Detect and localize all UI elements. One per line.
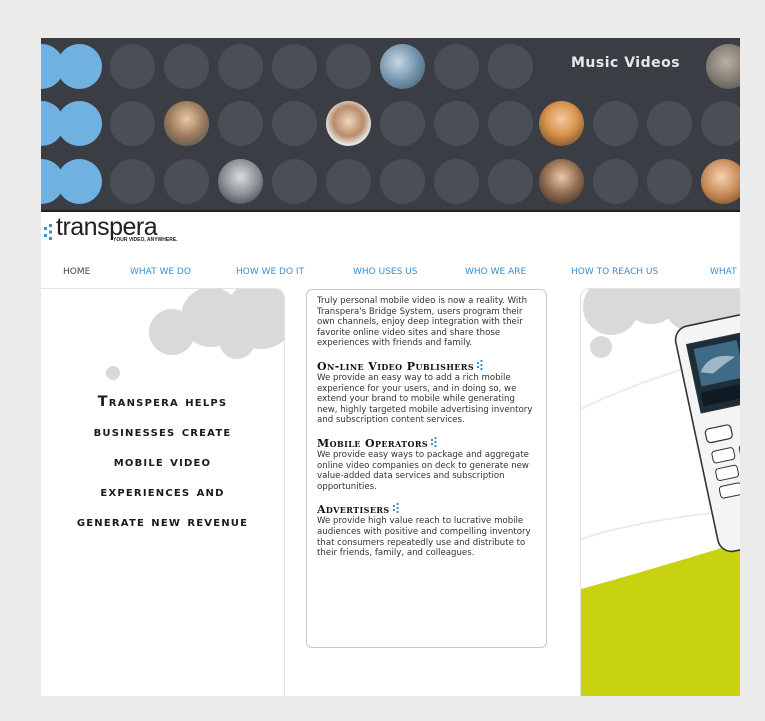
- main-nav: HOME WHAT WE DO HOW WE DO IT WHO USES US…: [41, 267, 740, 281]
- logo-mark-icon: [44, 224, 52, 240]
- banner-dot: [164, 159, 209, 204]
- banner-dot: [488, 101, 533, 146]
- banner-dot: [488, 44, 533, 89]
- banner-dot: [110, 159, 155, 204]
- banner-dot: [434, 159, 479, 204]
- banner-dot: [164, 44, 209, 89]
- logo-mark-icon: [392, 503, 399, 514]
- nav-item-how-we-do-it[interactable]: HOW WE DO IT: [236, 267, 304, 277]
- cloud-decoration: [106, 366, 120, 380]
- nav-item-what[interactable]: WHAT: [710, 267, 737, 277]
- hero-line: generate new revenue: [76, 514, 249, 530]
- intro-text: Truly personal mobile video is now a rea…: [317, 296, 528, 349]
- banner-dot: [57, 159, 102, 204]
- phone-panel: [580, 288, 740, 696]
- banner-photo: [701, 159, 740, 204]
- nav-item-what-we-do[interactable]: WHAT WE DO: [130, 267, 191, 277]
- banner-photo: [164, 101, 209, 146]
- banner-dot: [380, 159, 425, 204]
- section-body-publishers: We provide an easy way to add a rich mob…: [317, 372, 533, 426]
- nav-item-who-uses-us[interactable]: WHO USES US: [353, 267, 417, 277]
- hero-line: businesses create: [93, 424, 232, 440]
- nav-item-home[interactable]: HOME: [63, 267, 90, 277]
- section-title-text: On-line Video Publishers: [317, 359, 475, 373]
- banner-dot: [326, 44, 371, 89]
- banner-dot: [326, 159, 371, 204]
- banner-dot: [593, 101, 638, 146]
- cloud-decoration: [219, 323, 255, 359]
- banner-dot: [110, 101, 155, 146]
- banner-dot: [593, 159, 638, 204]
- banner-border: [41, 210, 740, 212]
- banner-dot: [218, 101, 263, 146]
- section-body-advertisers: We provide high value reach to lucrative…: [317, 516, 531, 559]
- section-title-operators[interactable]: Mobile Operators: [317, 436, 536, 450]
- banner-dot: [647, 101, 692, 146]
- logo-tagline: YOUR VIDEO, ANYWHERE.: [113, 237, 178, 243]
- banner-dot: [57, 101, 102, 146]
- banner-photo: [539, 101, 584, 146]
- banner-dot: [272, 159, 317, 204]
- banner-photo: [706, 44, 740, 89]
- section-body-operators: We provide easy ways to package and aggr…: [317, 449, 529, 492]
- banner-dot: [434, 44, 479, 89]
- page-frame: Music Videos transpera YOUR VIDEO, ANYWH…: [41, 38, 740, 696]
- banner-photo: [380, 44, 425, 89]
- hero-line: experiences and: [100, 484, 225, 500]
- banner-dot: [488, 159, 533, 204]
- banner-dot: [272, 101, 317, 146]
- banner-photo: [218, 159, 263, 204]
- nav-item-who-we-are[interactable]: WHO WE ARE: [465, 267, 526, 277]
- banner-photo: [539, 159, 584, 204]
- banner-dot: [57, 44, 102, 89]
- banner-dot: [218, 44, 263, 89]
- banner-dot: [647, 159, 692, 204]
- section-title-publishers[interactable]: On-line Video Publishers: [317, 359, 536, 373]
- hero-tagline: Transpera helps businesses create mobile…: [41, 387, 284, 537]
- banner-dot: [434, 101, 479, 146]
- hero-line: mobile video: [113, 454, 212, 470]
- logo-mark-icon: [477, 359, 483, 370]
- banner-dot: [380, 101, 425, 146]
- hero-line: Transpera helps: [97, 394, 228, 410]
- nav-item-how-to-reach-us[interactable]: HOW TO REACH US: [571, 267, 658, 277]
- content-panel: Truly personal mobile video is now a rea…: [306, 289, 547, 648]
- logo-mark-icon: [431, 436, 437, 447]
- banner-photo: [326, 101, 371, 146]
- banner-dot: [272, 44, 317, 89]
- section-title-advertisers[interactable]: Advertisers: [317, 503, 536, 516]
- banner-dot: [110, 44, 155, 89]
- section-title-text: Advertisers: [317, 503, 390, 517]
- header-banner: Music Videos: [41, 38, 740, 212]
- phone-illustration: [581, 289, 740, 696]
- hero-panel: Transpera helps businesses create mobile…: [41, 288, 285, 696]
- banner-caption: Music Videos: [571, 55, 681, 71]
- banner-dot: [701, 101, 740, 146]
- section-title-text: Mobile Operators: [317, 436, 429, 450]
